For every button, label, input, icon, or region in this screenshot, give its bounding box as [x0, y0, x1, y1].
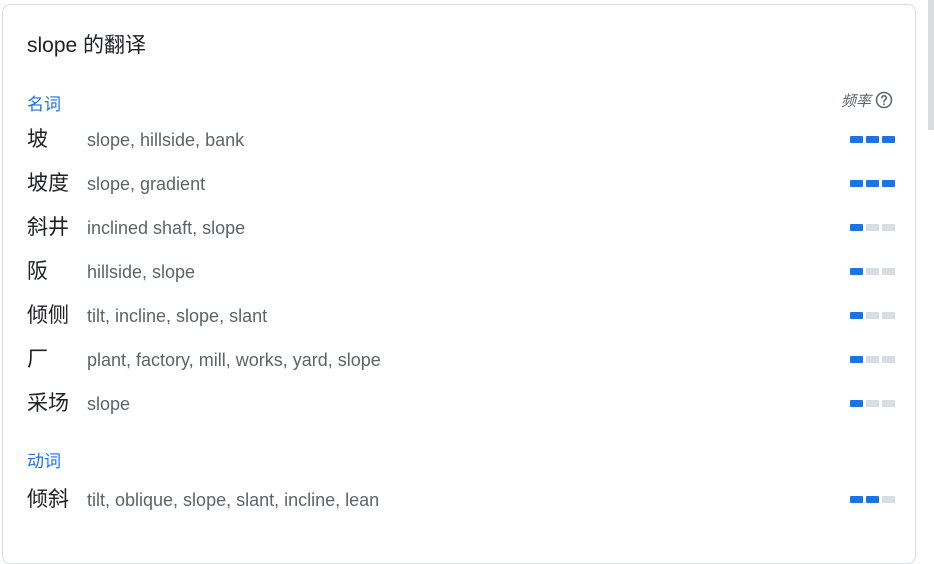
pos-noun: 名词: [27, 95, 61, 114]
translations: inclined shaft, slope: [87, 218, 246, 238]
translation-row[interactable]: 坡度 slope, gradient: [3, 171, 917, 197]
translation-row[interactable]: 采场 slope: [3, 391, 917, 417]
translations: slope, gradient: [87, 174, 206, 194]
pos-verb: 动词: [27, 452, 61, 471]
translation-row[interactable]: 倾斜 tilt, oblique, slope, slant, incline,…: [3, 487, 917, 513]
frequency-bar: [850, 136, 863, 143]
frequency-bar: [882, 136, 895, 143]
help-icon[interactable]: [875, 91, 893, 109]
frequency-bar: [866, 224, 879, 231]
translations: hillside, slope: [87, 262, 196, 282]
translation-row[interactable]: 坡 slope, hillside, bank: [3, 127, 917, 153]
word[interactable]: 阪: [27, 259, 48, 285]
frequency-bar: [866, 312, 879, 319]
translation-row[interactable]: 倾侧 tilt, incline, slope, slant: [3, 303, 917, 329]
frequency-meter: [850, 312, 895, 319]
frequency-meter: [850, 136, 895, 143]
frequency-bar: [866, 496, 879, 503]
frequency-bar: [866, 136, 879, 143]
translation-row[interactable]: 阪 hillside, slope: [3, 259, 917, 285]
frequency-bar: [850, 496, 863, 503]
frequency-bar: [882, 312, 895, 319]
frequency-meter: [850, 356, 895, 363]
frequency-bar: [866, 268, 879, 275]
frequency-bar: [882, 400, 895, 407]
word[interactable]: 斜井: [27, 215, 69, 241]
word[interactable]: 倾斜: [27, 487, 69, 513]
word[interactable]: 坡度: [27, 171, 69, 197]
translation-row[interactable]: 斜井 inclined shaft, slope: [3, 215, 917, 241]
frequency-bar: [866, 180, 879, 187]
frequency-label: 频率: [840, 92, 871, 110]
translations: tilt, oblique, slope, slant, incline, le…: [87, 490, 380, 510]
frequency-bar: [850, 180, 863, 187]
frequency-meter: [850, 268, 895, 275]
translations: tilt, incline, slope, slant: [87, 306, 268, 326]
word[interactable]: 厂: [27, 347, 48, 373]
translation-card: slope 的翻译 名词 频率 坡 slope, hillside, bank …: [2, 4, 916, 564]
frequency-bar: [850, 224, 863, 231]
frequency-meter: [850, 496, 895, 503]
frequency-meter: [850, 224, 895, 231]
word[interactable]: 坡: [27, 127, 48, 153]
frequency-bar: [882, 496, 895, 503]
frequency-bar: [866, 356, 879, 363]
frequency-bar: [882, 180, 895, 187]
frequency-bar: [850, 356, 863, 363]
frequency-bar: [850, 312, 863, 319]
translations: plant, factory, mill, works, yard, slope: [87, 350, 381, 370]
frequency-bar: [882, 268, 895, 275]
frequency-bar: [850, 400, 863, 407]
frequency-meter: [850, 180, 895, 187]
card-title: slope 的翻译: [27, 34, 147, 57]
frequency-header: 频率: [841, 89, 893, 111]
frequency-bar: [882, 224, 895, 231]
frequency-bar: [882, 356, 895, 363]
word[interactable]: 采场: [27, 391, 69, 417]
scrollbar[interactable]: [928, 0, 934, 130]
translation-row[interactable]: 厂 plant, factory, mill, works, yard, slo…: [3, 347, 917, 373]
translations: slope, hillside, bank: [87, 130, 245, 150]
translations: slope: [87, 394, 131, 414]
frequency-meter: [850, 400, 895, 407]
frequency-bar: [866, 400, 879, 407]
word[interactable]: 倾侧: [27, 303, 69, 329]
frequency-bar: [850, 268, 863, 275]
